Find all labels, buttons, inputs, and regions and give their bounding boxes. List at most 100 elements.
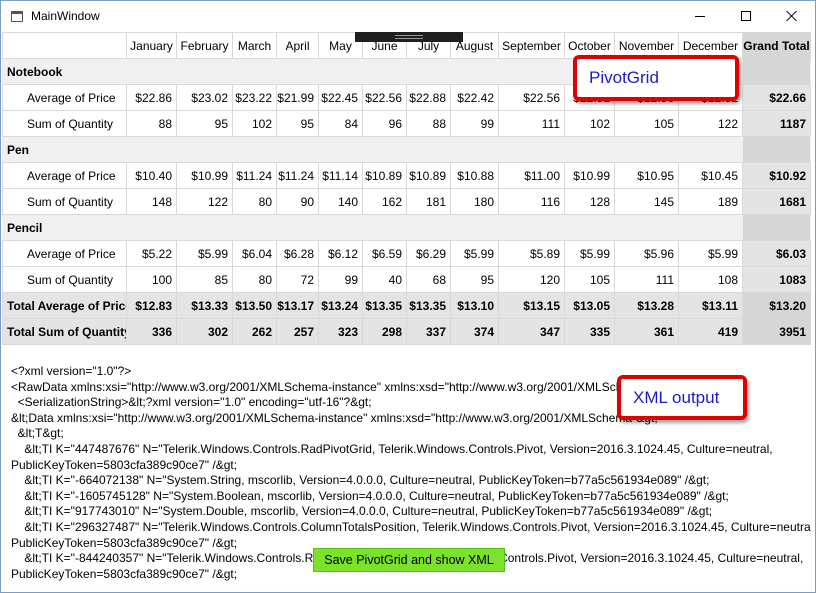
value-cell[interactable]: 80 [232,266,277,293]
total-value-cell[interactable]: 337 [406,318,451,345]
grand-total-cell[interactable]: $22.66 [742,84,811,111]
group-header[interactable]: Pencil [2,214,127,241]
value-cell[interactable]: $10.89 [406,162,451,189]
value-cell[interactable]: 72 [276,266,319,293]
value-cell[interactable]: $22.42 [450,84,499,111]
total-value-cell[interactable]: 335 [564,318,615,345]
grand-total-cell[interactable]: 1083 [742,266,811,293]
value-cell[interactable]: 120 [498,266,565,293]
total-value-cell[interactable]: 323 [318,318,363,345]
value-cell[interactable]: $6.12 [318,240,363,267]
value-cell[interactable]: $6.04 [232,240,277,267]
total-value-cell[interactable]: $13.15 [498,292,565,319]
value-cell[interactable]: 80 [232,188,277,215]
total-value-cell[interactable]: $12.83 [126,292,177,319]
grand-total-cell[interactable]: 1187 [742,110,811,137]
total-value-cell[interactable]: 302 [176,318,233,345]
total-value-cell[interactable]: $13.17 [276,292,319,319]
value-cell[interactable]: $10.45 [678,162,743,189]
total-value-cell[interactable]: 374 [450,318,499,345]
value-cell[interactable]: 95 [276,110,319,137]
value-cell[interactable]: $5.99 [450,240,499,267]
total-value-cell[interactable]: 298 [362,318,407,345]
value-cell[interactable]: 145 [614,188,679,215]
value-cell[interactable]: $22.56 [362,84,407,111]
value-cell[interactable]: 99 [450,110,499,137]
value-cell[interactable]: $11.14 [318,162,363,189]
grand-total-cell[interactable]: $10.92 [742,162,811,189]
value-cell[interactable]: 105 [564,266,615,293]
value-cell[interactable]: $10.88 [450,162,499,189]
value-cell[interactable]: $22.86 [126,84,177,111]
column-header[interactable]: January [126,32,177,59]
value-cell[interactable]: 40 [362,266,407,293]
value-cell[interactable]: 102 [564,110,615,137]
value-cell[interactable]: $10.95 [614,162,679,189]
value-cell[interactable]: $23.22 [232,84,277,111]
value-cell[interactable]: $5.22 [126,240,177,267]
value-cell[interactable]: $10.40 [126,162,177,189]
value-cell[interactable]: $22.56 [498,84,565,111]
value-cell[interactable]: 116 [498,188,565,215]
value-cell[interactable]: 128 [564,188,615,215]
total-value-cell[interactable]: $13.24 [318,292,363,319]
group-header[interactable]: Pen [2,136,127,163]
grand-total-cell[interactable]: 1681 [742,188,811,215]
value-cell[interactable]: $6.29 [406,240,451,267]
title-bar[interactable]: MainWindow [1,1,815,32]
value-cell[interactable]: 111 [498,110,565,137]
minimize-button[interactable] [677,1,723,31]
value-cell[interactable]: $5.99 [678,240,743,267]
value-cell[interactable]: $5.96 [614,240,679,267]
total-value-cell[interactable]: 347 [498,318,565,345]
debug-toolbar-handle[interactable] [355,32,463,42]
value-cell[interactable]: $5.89 [498,240,565,267]
value-cell[interactable]: 85 [176,266,233,293]
total-value-cell[interactable]: $13.05 [564,292,615,319]
total-value-cell[interactable]: $13.35 [362,292,407,319]
total-value-cell[interactable]: $13.35 [406,292,451,319]
value-cell[interactable]: $5.99 [176,240,233,267]
total-value-cell[interactable]: 257 [276,318,319,345]
column-header[interactable]: September [498,32,565,59]
value-cell[interactable]: $23.02 [176,84,233,111]
value-cell[interactable]: $10.99 [176,162,233,189]
value-cell[interactable]: 102 [232,110,277,137]
value-cell[interactable]: 100 [126,266,177,293]
total-value-cell[interactable]: 419 [678,318,743,345]
total-value-cell[interactable]: $13.33 [176,292,233,319]
value-cell[interactable]: 84 [318,110,363,137]
total-value-cell[interactable]: 361 [614,318,679,345]
value-cell[interactable]: 88 [406,110,451,137]
value-cell[interactable]: 122 [176,188,233,215]
grand-total-cell[interactable]: $13.20 [742,292,811,319]
value-cell[interactable]: $11.24 [276,162,319,189]
value-cell[interactable]: 90 [276,188,319,215]
value-cell[interactable]: $5.99 [564,240,615,267]
grand-total-header[interactable]: Grand Total [742,32,811,59]
value-cell[interactable]: 181 [406,188,451,215]
close-button[interactable] [769,1,815,31]
value-cell[interactable]: $10.89 [362,162,407,189]
group-header[interactable]: Notebook [2,58,127,85]
save-pivotgrid-button[interactable]: Save PivotGrid and show XML [313,548,505,572]
value-cell[interactable]: $10.99 [564,162,615,189]
value-cell[interactable]: $22.45 [318,84,363,111]
value-cell[interactable]: 99 [318,266,363,293]
value-cell[interactable]: $6.28 [276,240,319,267]
value-cell[interactable]: $11.00 [498,162,565,189]
column-header[interactable]: March [232,32,277,59]
value-cell[interactable]: 105 [614,110,679,137]
column-header[interactable]: April [276,32,319,59]
total-value-cell[interactable]: 336 [126,318,177,345]
total-value-cell[interactable]: 262 [232,318,277,345]
grand-total-cell[interactable]: 3951 [742,318,811,345]
value-cell[interactable]: 88 [126,110,177,137]
value-cell[interactable]: 122 [678,110,743,137]
value-cell[interactable]: 96 [362,110,407,137]
value-cell[interactable]: $22.88 [406,84,451,111]
value-cell[interactable]: 95 [176,110,233,137]
value-cell[interactable]: 95 [450,266,499,293]
value-cell[interactable]: 148 [126,188,177,215]
grand-total-cell[interactable]: $6.03 [742,240,811,267]
